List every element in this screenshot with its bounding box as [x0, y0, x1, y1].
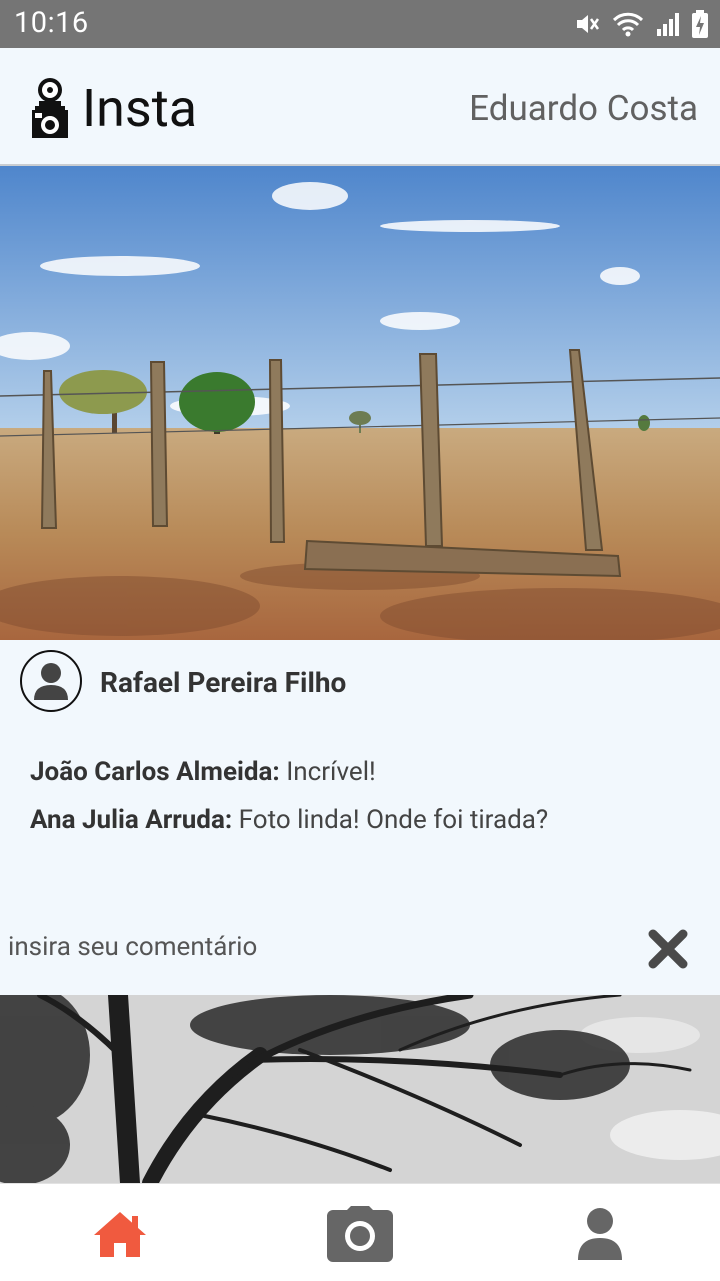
next-post-photo[interactable]: [0, 995, 720, 1183]
comment-input[interactable]: [8, 925, 608, 969]
status-bar: 10:16: [0, 0, 720, 48]
app-header: Insta Eduardo Costa: [0, 48, 720, 166]
battery-charging-icon: [692, 10, 708, 38]
comment-author: João Carlos Almeida:: [30, 757, 280, 787]
app-title: Insta: [82, 78, 197, 139]
profile-icon: [578, 1208, 622, 1260]
nav-home-button[interactable]: [87, 1204, 153, 1264]
list-item: João Carlos Almeida: Incrível!: [30, 752, 690, 800]
nav-camera-button[interactable]: [327, 1204, 393, 1264]
list-item: Ana Julia Arruda: Foto linda! Onde foi t…: [30, 800, 690, 848]
mute-icon: [577, 15, 600, 33]
comment-text: Foto linda! Onde foi tirada?: [238, 805, 549, 835]
avatar[interactable]: [20, 650, 82, 712]
comments-list: João Carlos Almeida: Incrível! Ana Julia…: [30, 752, 690, 848]
user-name[interactable]: Eduardo Costa: [469, 88, 698, 129]
post-author-name[interactable]: Rafael Pereira Filho: [100, 666, 346, 699]
bottom-nav: [0, 1183, 720, 1281]
camera-logo-icon: [32, 78, 68, 138]
home-icon: [94, 1212, 146, 1257]
close-icon[interactable]: [648, 929, 688, 969]
nav-profile-button[interactable]: [567, 1204, 633, 1264]
post-photo[interactable]: [0, 166, 720, 640]
status-time: 10:16: [14, 6, 89, 40]
comment-box: [0, 915, 720, 995]
camera-icon: [327, 1206, 393, 1262]
wifi-icon: [612, 12, 644, 37]
comment-author: Ana Julia Arruda:: [30, 805, 233, 835]
signal-icon: [657, 13, 679, 36]
status-icons: [574, 10, 708, 38]
user-avatar-icon: [34, 663, 68, 700]
post-author-row: Rafael Pereira Filho: [0, 640, 720, 730]
comment-text: Incrível!: [286, 757, 376, 787]
